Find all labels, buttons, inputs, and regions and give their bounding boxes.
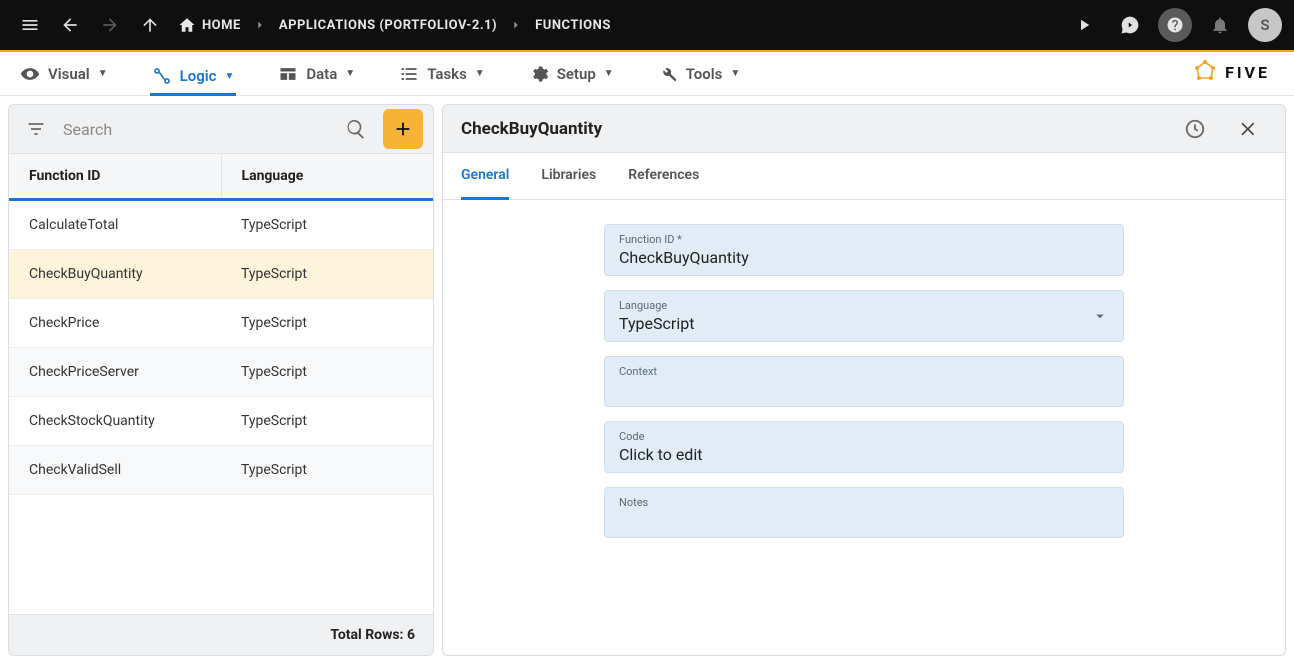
cell-language: TypeScript [221,397,433,445]
nav-visual[interactable]: Visual▼ [18,60,110,88]
tasks-icon [399,64,419,84]
top-bar: HOME APPLICATIONS (PORTFOLIOV-2.1) FUNCT… [0,0,1294,50]
tools-icon [658,64,678,84]
gear-icon [529,64,549,84]
detail-tabs: General Libraries References [443,153,1285,200]
table-row[interactable]: CheckBuyQuantityTypeScript [9,250,433,299]
cell-function-id: CheckPrice [9,299,221,347]
nav-setup[interactable]: Setup▼ [527,60,616,88]
plus-icon [392,118,414,140]
search-input[interactable] [63,120,329,139]
function-id-field[interactable]: Function ID * CheckBuyQuantity [604,224,1124,276]
chevron-down-icon [1091,307,1109,325]
brand-logo-container: FIVE [1193,60,1270,84]
up-icon[interactable] [132,7,168,43]
eye-icon [20,64,40,84]
table-footer: Total Rows: 6 [9,614,433,655]
cell-language: TypeScript [221,446,433,494]
history-icon[interactable] [1177,111,1213,147]
table-row[interactable]: CheckValidSellTypeScript [9,446,433,495]
code-field[interactable]: Code Click to edit [604,421,1124,473]
table-row[interactable]: CalculateTotalTypeScript [9,201,433,250]
functions-list-panel: Function ID Language CalculateTotalTypeS… [8,104,434,656]
table-row[interactable]: CheckPriceTypeScript [9,299,433,348]
close-icon[interactable] [1231,111,1267,147]
search-icon[interactable] [339,112,373,146]
forward-icon [92,7,128,43]
detail-header: CheckBuyQuantity [443,105,1285,153]
detail-form: Function ID * CheckBuyQuantity Language … [443,200,1285,562]
cell-function-id: CheckStockQuantity [9,397,221,445]
help-icon[interactable] [1158,8,1192,42]
filter-icon[interactable] [19,112,53,146]
workspace: Function ID Language CalculateTotalTypeS… [0,96,1294,664]
cell-language: TypeScript [221,201,433,249]
table-row[interactable]: CheckStockQuantityTypeScript [9,397,433,446]
breadcrumb: HOME APPLICATIONS (PORTFOLIOV-2.1) FUNCT… [178,16,611,34]
breadcrumb-applications[interactable]: APPLICATIONS (PORTFOLIOV-2.1) [279,18,497,33]
functions-table: Function ID Language CalculateTotalTypeS… [9,153,433,655]
chevron-right-icon [505,18,527,32]
nav-tools[interactable]: Tools▼ [656,60,743,88]
logic-icon [152,66,172,86]
chevron-right-icon [249,18,271,32]
notifications-icon[interactable] [1202,7,1238,43]
main-nav: Visual▼ Logic▼ Data▼ Tasks▼ Setup▼ Tools… [0,52,1294,96]
context-field[interactable]: Context [604,356,1124,407]
brand-logo-icon [1193,60,1217,84]
col-language[interactable]: Language [222,154,434,198]
cell-function-id: CheckBuyQuantity [9,250,221,298]
breadcrumb-functions[interactable]: FUNCTIONS [535,18,611,33]
feedback-icon[interactable] [1112,7,1148,43]
nav-tasks[interactable]: Tasks▼ [397,60,487,88]
function-detail-panel: CheckBuyQuantity General Libraries Refer… [442,104,1286,656]
list-toolbar [9,105,433,153]
user-avatar[interactable]: S [1248,8,1282,42]
nav-logic[interactable]: Logic▼ [150,62,237,96]
play-icon[interactable] [1066,7,1102,43]
detail-title: CheckBuyQuantity [461,119,602,139]
table-body: CalculateTotalTypeScriptCheckBuyQuantity… [9,201,433,614]
add-button[interactable] [383,109,423,149]
tab-references[interactable]: References [628,153,699,199]
cell-language: TypeScript [221,250,433,298]
cell-language: TypeScript [221,299,433,347]
col-function-id[interactable]: Function ID [9,154,222,198]
notes-field[interactable]: Notes [604,487,1124,538]
cell-function-id: CheckValidSell [9,446,221,494]
table-icon [278,64,298,84]
tab-libraries[interactable]: Libraries [541,153,596,199]
cell-function-id: CheckPriceServer [9,348,221,396]
brand-text: FIVE [1225,63,1270,82]
home-icon [178,16,196,34]
cell-function-id: CalculateTotal [9,201,221,249]
cell-language: TypeScript [221,348,433,396]
menu-icon[interactable] [12,7,48,43]
nav-data[interactable]: Data▼ [276,60,357,88]
tab-general[interactable]: General [461,153,509,200]
breadcrumb-home-label: HOME [202,18,241,33]
back-icon[interactable] [52,7,88,43]
table-row[interactable]: CheckPriceServerTypeScript [9,348,433,397]
table-header: Function ID Language [9,154,433,201]
breadcrumb-home[interactable]: HOME [178,16,241,34]
language-field[interactable]: Language TypeScript [604,290,1124,342]
